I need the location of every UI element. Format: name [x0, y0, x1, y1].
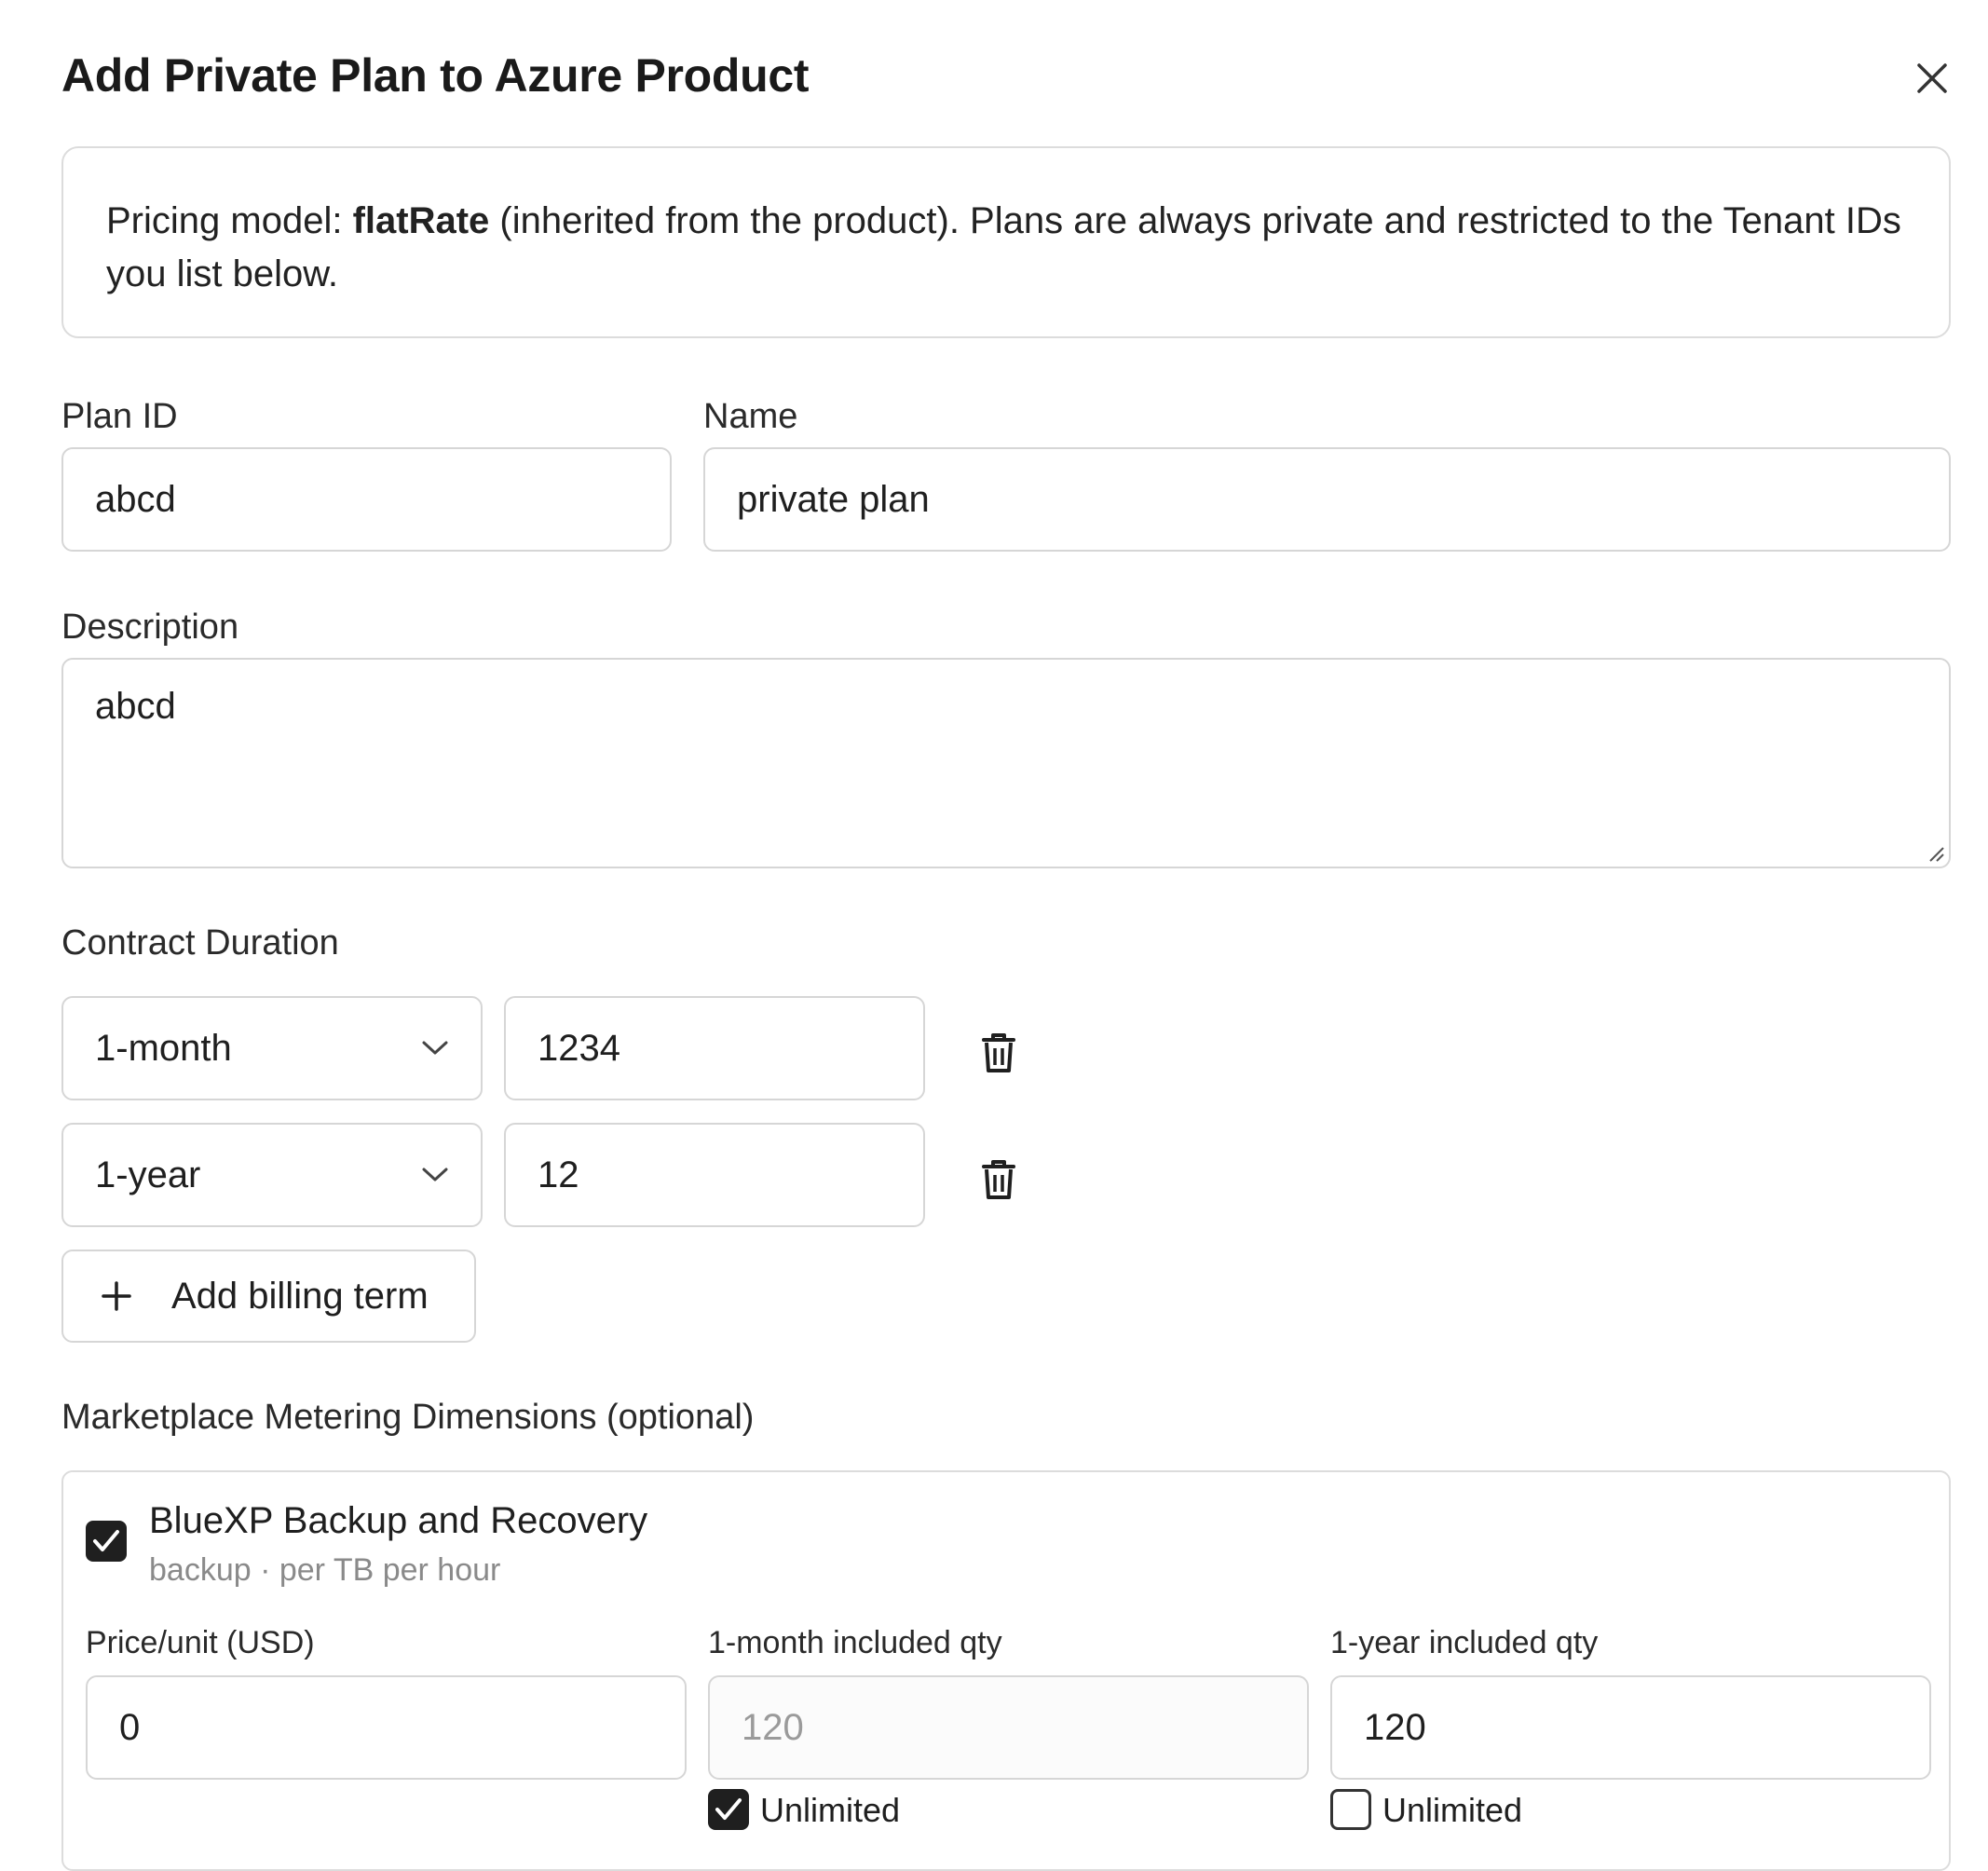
close-button[interactable]: [1912, 58, 1953, 99]
plan-id-value: abcd: [95, 478, 176, 520]
price-unit-label: Price/unit (USD): [86, 1625, 315, 1660]
billing-term-period-select[interactable]: 1-year: [61, 1123, 483, 1227]
month-unlimited-checkbox[interactable]: [708, 1789, 749, 1830]
billing-term-period-select[interactable]: 1-month: [61, 996, 483, 1100]
pricing-model-info: Pricing model: flatRate (inherited from …: [61, 146, 1951, 338]
pricing-model-value: flatRate: [352, 200, 490, 241]
trash-icon: [982, 1160, 1015, 1199]
description-value: abcd: [95, 686, 176, 727]
year-included-qty-label: 1-year included qty: [1330, 1625, 1599, 1660]
year-unlimited-checkbox[interactable]: [1330, 1789, 1371, 1830]
add-billing-term-button[interactable]: Add billing term: [61, 1250, 476, 1343]
plan-id-label: Plan ID: [61, 397, 178, 436]
month-included-qty-input[interactable]: 120: [708, 1675, 1309, 1780]
month-included-qty-value: 120: [742, 1706, 804, 1748]
delete-billing-term-button[interactable]: [980, 1031, 1017, 1074]
billing-term-value: 12: [538, 1154, 579, 1195]
dialog-title: Add Private Plan to Azure Product: [61, 49, 810, 102]
month-included-qty-label: 1-month included qty: [708, 1625, 1002, 1660]
billing-term-period-value: 1-month: [95, 1027, 232, 1069]
add-billing-term-label: Add billing term: [171, 1275, 429, 1317]
chevron-down-icon: [422, 1041, 448, 1055]
close-icon: [1917, 63, 1947, 93]
billing-term-period-value: 1-year: [95, 1154, 201, 1195]
description-label: Description: [61, 608, 239, 647]
dimension-title: BlueXP Backup and Recovery: [149, 1500, 648, 1541]
name-input[interactable]: private plan: [703, 447, 1951, 552]
checkmark-icon: [715, 1798, 742, 1820]
chevron-down-icon: [422, 1168, 448, 1181]
price-unit-input[interactable]: 0: [86, 1675, 687, 1780]
year-included-qty-input[interactable]: 120: [1330, 1675, 1931, 1780]
year-unlimited-label: Unlimited: [1382, 1791, 1523, 1829]
plan-id-input[interactable]: abcd: [61, 447, 672, 552]
month-unlimited-label: Unlimited: [760, 1791, 901, 1829]
metering-dimension-card: BlueXP Backup and Recovery backup · per …: [61, 1470, 1951, 1871]
description-textarea[interactable]: abcd: [61, 658, 1951, 868]
billing-term-value-input[interactable]: 12: [504, 1123, 925, 1227]
name-value: private plan: [737, 478, 930, 520]
info-prefix: Pricing model:: [106, 200, 353, 241]
year-included-qty-value: 120: [1364, 1706, 1426, 1748]
billing-term-value: 1234: [538, 1027, 620, 1069]
metering-dimensions-label: Marketplace Metering Dimensions (optiona…: [61, 1398, 755, 1437]
delete-billing-term-button[interactable]: [980, 1158, 1017, 1201]
name-label: Name: [703, 397, 798, 436]
billing-term-value-input[interactable]: 1234: [504, 996, 925, 1100]
dimension-checkbox[interactable]: [86, 1521, 127, 1562]
plus-icon: [102, 1281, 131, 1311]
trash-icon: [982, 1033, 1015, 1072]
dimension-subtitle: backup · per TB per hour: [149, 1552, 501, 1588]
add-private-plan-dialog: Add Private Plan to Azure Product Pricin…: [0, 0, 1988, 1871]
contract-duration-label: Contract Duration: [61, 923, 339, 963]
price-unit-value: 0: [119, 1706, 141, 1748]
checkmark-icon: [93, 1530, 119, 1551]
resize-handle-icon[interactable]: [1925, 842, 1945, 863]
